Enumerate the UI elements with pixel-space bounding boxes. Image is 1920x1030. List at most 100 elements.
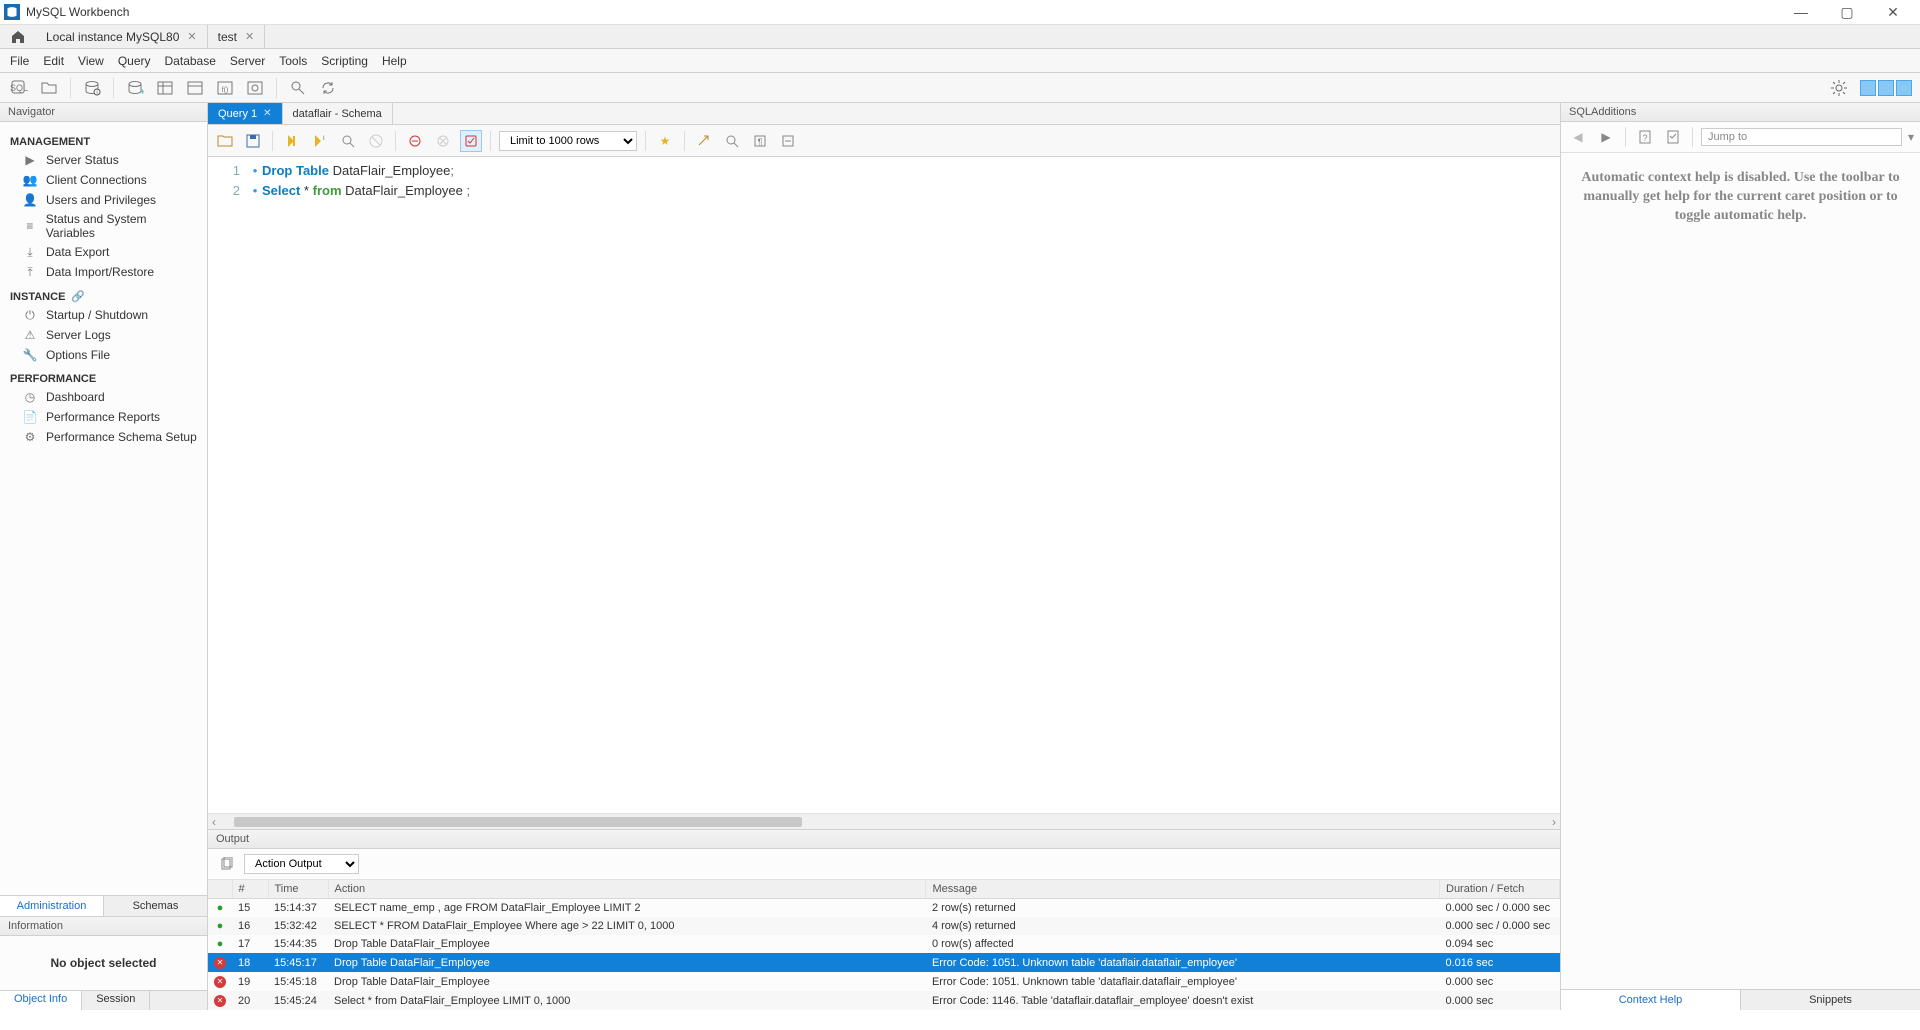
col-status[interactable] xyxy=(208,880,232,899)
wrap-icon[interactable] xyxy=(777,130,799,152)
execute-icon[interactable] xyxy=(281,130,303,152)
db-create-icon[interactable]: + xyxy=(124,77,146,99)
left-panel-toggle[interactable] xyxy=(1860,80,1876,96)
output-row[interactable]: ✕1815:45:17Drop Table DataFlair_Employee… xyxy=(208,953,1560,972)
explain-icon[interactable] xyxy=(337,130,359,152)
new-sql-tab-icon[interactable]: SQL xyxy=(8,77,30,99)
db-func-icon[interactable] xyxy=(244,77,266,99)
jump-to-input[interactable] xyxy=(1701,128,1902,146)
nav-item-data-import[interactable]: ⤒Data Import/Restore xyxy=(0,262,207,282)
nav-item-dashboard[interactable]: ◷Dashboard xyxy=(0,387,207,407)
db-table-icon[interactable] xyxy=(154,77,176,99)
chevron-down-icon[interactable]: ▾ xyxy=(1908,130,1914,144)
menu-database[interactable]: Database xyxy=(165,54,216,68)
error-icon: ✕ xyxy=(214,957,226,969)
error-icon: ✕ xyxy=(214,995,226,1007)
nav-item-perf-schema-setup[interactable]: ⚙Performance Schema Setup xyxy=(0,427,207,447)
search-table-icon[interactable] xyxy=(287,77,309,99)
editor-tab-dataflair-schema[interactable]: dataflair - Schema xyxy=(283,103,393,124)
connection-tab-0[interactable]: Local instance MySQL80 ✕ xyxy=(36,25,208,48)
close-button[interactable]: ✕ xyxy=(1870,0,1916,24)
sa-tab-snippets[interactable]: Snippets xyxy=(1741,990,1920,1010)
next-icon[interactable]: ▶ xyxy=(1595,126,1617,148)
navigator-tabs: Administration Schemas xyxy=(0,895,207,916)
db-view-icon[interactable] xyxy=(184,77,206,99)
find-icon[interactable] xyxy=(721,130,743,152)
auto-help-icon[interactable] xyxy=(1662,126,1684,148)
nav-item-status-variables[interactable]: ≡Status and System Variables xyxy=(0,210,207,242)
minimize-button[interactable]: — xyxy=(1778,0,1824,24)
db-proc-icon[interactable]: f() xyxy=(214,77,236,99)
nav-tab-administration[interactable]: Administration xyxy=(0,896,104,916)
col-duration[interactable]: Duration / Fetch xyxy=(1440,880,1560,899)
stop-icon[interactable] xyxy=(365,130,387,152)
editor-tab-strip: Query 1 ✕ dataflair - Schema xyxy=(208,103,1560,125)
menu-server[interactable]: Server xyxy=(230,54,265,68)
close-icon[interactable]: ✕ xyxy=(245,30,254,43)
footer-tab-session[interactable]: Session xyxy=(82,991,150,1010)
commit-icon[interactable] xyxy=(404,130,426,152)
db-inspector-icon[interactable]: i xyxy=(81,77,103,99)
sql-editor[interactable]: 1•Drop Table DataFlair_Employee;2•Select… xyxy=(208,157,1560,813)
menu-tools[interactable]: Tools xyxy=(279,54,307,68)
footer-tab-object-info[interactable]: Object Info xyxy=(0,991,82,1010)
bottom-panel-toggle[interactable] xyxy=(1878,80,1894,96)
connection-tab-1[interactable]: test ✕ xyxy=(208,25,266,48)
beautify-icon[interactable] xyxy=(693,130,715,152)
nav-item-users-privileges[interactable]: 👤Users and Privileges xyxy=(0,190,207,210)
output-row[interactable]: ✕1915:45:18Drop Table DataFlair_Employee… xyxy=(208,972,1560,991)
col-message[interactable]: Message xyxy=(926,880,1440,899)
right-panel-toggle[interactable] xyxy=(1896,80,1912,96)
menu-query[interactable]: Query xyxy=(118,54,151,68)
nav-item-server-logs[interactable]: ⚠Server Logs xyxy=(0,325,207,345)
separator xyxy=(684,131,685,151)
menu-file[interactable]: File xyxy=(10,54,29,68)
save-icon[interactable] xyxy=(242,130,264,152)
manual-help-icon[interactable]: ? xyxy=(1634,126,1656,148)
execute-current-icon[interactable]: I xyxy=(309,130,331,152)
output-type-select[interactable]: Action Output xyxy=(244,854,359,874)
col-action[interactable]: Action xyxy=(328,880,926,899)
menu-edit[interactable]: Edit xyxy=(43,54,64,68)
code-line[interactable]: 2•Select * from DataFlair_Employee ; xyxy=(208,181,1560,201)
output-row[interactable]: ●1515:14:37SELECT name_emp , age FROM Da… xyxy=(208,899,1560,918)
menu-view[interactable]: View xyxy=(78,54,104,68)
output-row[interactable]: ●1615:32:42SELECT * FROM DataFlair_Emplo… xyxy=(208,917,1560,935)
menu-scripting[interactable]: Scripting xyxy=(321,54,368,68)
sa-tab-context-help[interactable]: Context Help xyxy=(1561,990,1741,1010)
open-sql-file-icon[interactable] xyxy=(38,77,60,99)
limit-rows-select[interactable]: Limit to 1000 rows xyxy=(499,131,637,151)
invisible-chars-icon[interactable]: ¶ xyxy=(749,130,771,152)
home-tab[interactable] xyxy=(0,25,36,48)
favorite-icon[interactable]: ★ xyxy=(654,130,676,152)
col-time[interactable]: Time xyxy=(268,880,328,899)
nav-item-startup-shutdown[interactable]: ⏻Startup / Shutdown xyxy=(0,305,207,325)
settings-gear-icon[interactable] xyxy=(1828,77,1850,99)
svg-text:¶: ¶ xyxy=(758,137,763,147)
nav-item-options-file[interactable]: 🔧Options File xyxy=(0,345,207,365)
menu-help[interactable]: Help xyxy=(382,54,407,68)
nav-item-client-connections[interactable]: 👥Client Connections xyxy=(0,170,207,190)
editor-tab-query1[interactable]: Query 1 ✕ xyxy=(208,103,283,124)
app-logo-icon xyxy=(4,4,20,20)
toolbar-separator xyxy=(113,78,114,98)
connection-tab-label: Local instance MySQL80 xyxy=(46,30,179,44)
rollback-icon[interactable] xyxy=(432,130,454,152)
nav-item-perf-reports[interactable]: 📄Performance Reports xyxy=(0,407,207,427)
output-clipboard-icon[interactable] xyxy=(216,853,238,875)
close-icon[interactable]: ✕ xyxy=(187,30,196,43)
col-number[interactable]: # xyxy=(232,880,268,899)
maximize-button[interactable]: ▢ xyxy=(1824,0,1870,24)
nav-item-data-export[interactable]: ⤓Data Export xyxy=(0,242,207,262)
open-file-icon[interactable] xyxy=(214,130,236,152)
code-line[interactable]: 1•Drop Table DataFlair_Employee; xyxy=(208,161,1560,181)
autocommit-toggle-icon[interactable] xyxy=(460,130,482,152)
prev-icon[interactable]: ◀ xyxy=(1567,126,1589,148)
output-row[interactable]: ●1715:44:35Drop Table DataFlair_Employee… xyxy=(208,935,1560,953)
reconnect-icon[interactable] xyxy=(317,77,339,99)
editor-horizontal-scrollbar[interactable]: ‹› xyxy=(208,813,1560,829)
nav-tab-schemas[interactable]: Schemas xyxy=(104,896,207,916)
close-icon[interactable]: ✕ xyxy=(263,108,271,119)
output-row[interactable]: ✕2015:45:24Select * from DataFlair_Emplo… xyxy=(208,991,1560,1010)
nav-item-server-status[interactable]: ▶Server Status xyxy=(0,150,207,170)
